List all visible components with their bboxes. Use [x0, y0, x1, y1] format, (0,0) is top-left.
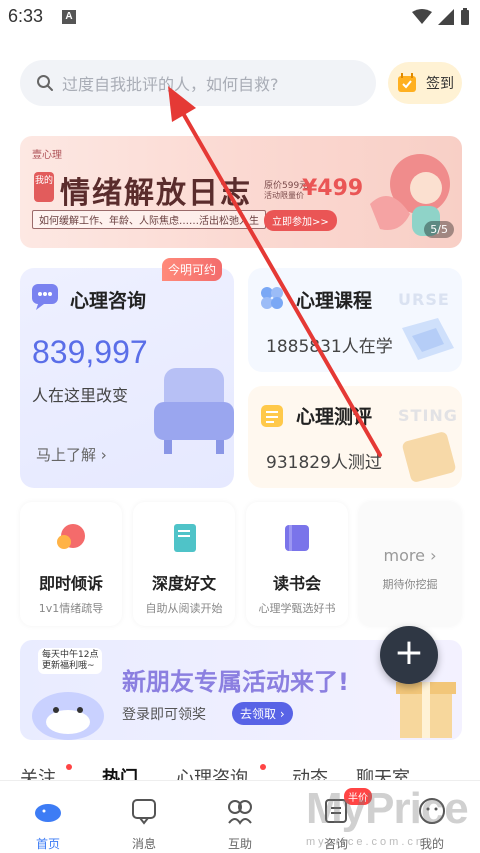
tile-subtitle: 心理学甄选好书 [258, 602, 336, 615]
status-icons [412, 8, 470, 26]
whale-home-icon [35, 804, 61, 822]
assessment-subtitle: 931829人测过 [266, 453, 382, 473]
calendar-check-icon [398, 73, 416, 92]
promo-subtitle: 登录即可领奖 [122, 707, 206, 723]
more-subtitle: 期待你挖掘 [382, 578, 438, 591]
more-label: more › [383, 546, 437, 565]
notification-icon: A [62, 10, 76, 24]
book-illustration-icon [402, 318, 454, 360]
book-icon [285, 525, 309, 551]
course-icon [261, 287, 283, 309]
article-icon [174, 524, 196, 552]
available-tag: 今明可约 [162, 258, 223, 281]
sofa-icon [154, 368, 234, 454]
checklist-icon [261, 405, 283, 427]
unread-dot [66, 764, 72, 770]
site-watermark: MyPrice [306, 784, 469, 833]
search-icon [37, 75, 53, 91]
promo-title: 新朋友专属活动来了! [122, 668, 349, 696]
consult-learn-more-link[interactable]: 马上了解 › [36, 444, 107, 465]
promo-claim-button[interactable]: 去领取 › [232, 702, 293, 725]
banner-subtitle: 如何缓解工作、年龄、人际焦虑……活出松弛人生 [32, 210, 266, 229]
promo-bubble: 每天中午12点 更新福利哦~ [38, 648, 103, 674]
tile-title: 即时倾诉 [38, 574, 103, 593]
promo-banner-carousel[interactable]: 壹心理 我的 情绪解放日志 如何缓解工作、年龄、人际焦虑……活出松弛人生 原价5… [20, 136, 462, 248]
search-placeholder: 过度自我批评的人，如何自救? [62, 75, 279, 94]
banner-brand: 壹心理 [32, 150, 62, 161]
assessment-title: 心理测评 [296, 406, 373, 428]
add-post-button[interactable]: + [380, 626, 438, 684]
whale-mascot-icon [32, 692, 104, 740]
consult-subtitle: 人在这里改变 [32, 386, 129, 405]
tile-book-club[interactable]: 读书会 心理学甄选好书 [246, 502, 348, 626]
tile-articles[interactable]: 深度好文 自助从阅读开始 [133, 502, 235, 626]
status-bar: 6:33 A [0, 0, 480, 36]
tile-more[interactable]: more › 期待你挖掘 [359, 502, 461, 626]
tile-title: 读书会 [272, 574, 321, 593]
tile-subtitle: 自助从阅读开始 [145, 602, 223, 615]
talk-bubble-icon [57, 524, 85, 549]
message-icon [132, 799, 156, 825]
unread-dot [260, 764, 266, 770]
assessment-watermark: STING [398, 406, 458, 425]
promo-bubble-line1: 每天中午12点 [42, 650, 99, 660]
checkin-button[interactable]: 签到 [388, 62, 462, 104]
consult-title: 心理咨询 [70, 290, 147, 312]
banner-page-indicator: 5/5 [424, 221, 454, 238]
banner-title: 情绪解放日志 [60, 176, 252, 211]
wifi-icon [412, 9, 432, 24]
course-watermark: URSE [398, 290, 450, 309]
content-tabs: 关注 热门 心理咨询 动态 聊天室 [0, 760, 480, 782]
site-watermark-url: myprice.com.cn [306, 836, 426, 848]
promo-bubble-line2: 更新福利哦~ [42, 661, 95, 671]
course-subtitle: 1885831人在学 [266, 337, 393, 357]
tile-subtitle: 1v1情绪疏导 [38, 602, 104, 615]
assessment-card[interactable]: 心理测评 STING 931829人测过 [248, 386, 462, 488]
signal-icon [438, 9, 454, 25]
banner-price: ¥499 [302, 176, 364, 201]
status-time: 6:33 [8, 6, 44, 26]
course-title: 心理课程 [296, 290, 373, 312]
tile-title: 深度好文 [151, 574, 216, 593]
battery-icon [461, 8, 469, 25]
people-icon [228, 800, 252, 825]
nav-label: 消息 [131, 837, 156, 851]
search-bar[interactable]: 过度自我批评的人，如何自救? [20, 60, 376, 106]
chat-bubble-icon [32, 284, 58, 310]
notebook-illustration-icon [402, 432, 456, 482]
banner-price-note: 活动限量价 [264, 191, 304, 200]
tile-instant-talk[interactable]: 即时倾诉 1v1情绪疏导 [20, 502, 122, 626]
checkin-label: 签到 [426, 76, 454, 92]
nav-label: 首页 [35, 837, 60, 851]
banner-join-button[interactable]: 立即参加>> [264, 210, 337, 231]
consult-count: 839,997 [32, 334, 148, 370]
consult-card[interactable]: 心理咨询 839,997 人在这里改变 马上了解 › [20, 268, 234, 488]
nav-label: 互助 [227, 837, 252, 851]
banner-tag: 我的 [34, 172, 54, 202]
course-card[interactable]: 心理课程 URSE 1885831人在学 [248, 268, 462, 372]
